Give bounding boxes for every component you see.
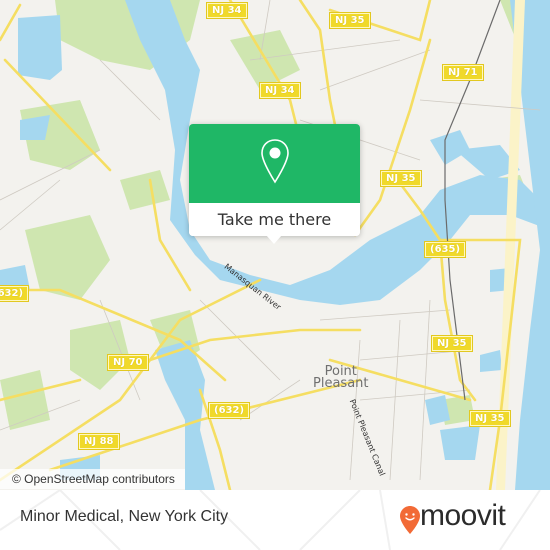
location-popup: Take me there (189, 124, 360, 244)
moovit-wordmark: moovit (420, 499, 506, 532)
location-title: Minor Medical, New York City (20, 508, 229, 525)
route-shield: NJ 34 (259, 82, 301, 99)
moovit-logo[interactable]: moovit (400, 499, 540, 538)
moovit-pin-icon (400, 506, 420, 534)
place-label-point-pleasant: Point Pleasant (313, 364, 369, 391)
route-shield: NJ 71 (442, 64, 484, 81)
footer-bar: Minor Medical, New York City moovit (0, 490, 550, 550)
route-shield: (632) (207, 402, 251, 419)
take-me-there-button[interactable]: Take me there (189, 203, 360, 236)
location-pin-icon (261, 139, 289, 184)
popup-pointer (266, 235, 282, 244)
popup-header (189, 124, 360, 203)
route-shield: NJ 70 (107, 354, 149, 371)
route-shield: NJ 88 (78, 433, 120, 450)
route-shield: (632) (0, 285, 30, 302)
route-shield: NJ 35 (469, 410, 511, 427)
map-attribution[interactable]: © OpenStreetMap contributors (0, 469, 185, 489)
map-canvas[interactable]: NJ 34 NJ 35 NJ 34 NJ 71 NJ 35 (635) (632… (0, 0, 550, 490)
route-shield: NJ 34 (206, 2, 248, 19)
route-shield: NJ 35 (329, 12, 371, 29)
route-shield: NJ 35 (431, 335, 473, 352)
route-shield: (635) (423, 241, 467, 258)
route-shield: NJ 35 (380, 170, 422, 187)
